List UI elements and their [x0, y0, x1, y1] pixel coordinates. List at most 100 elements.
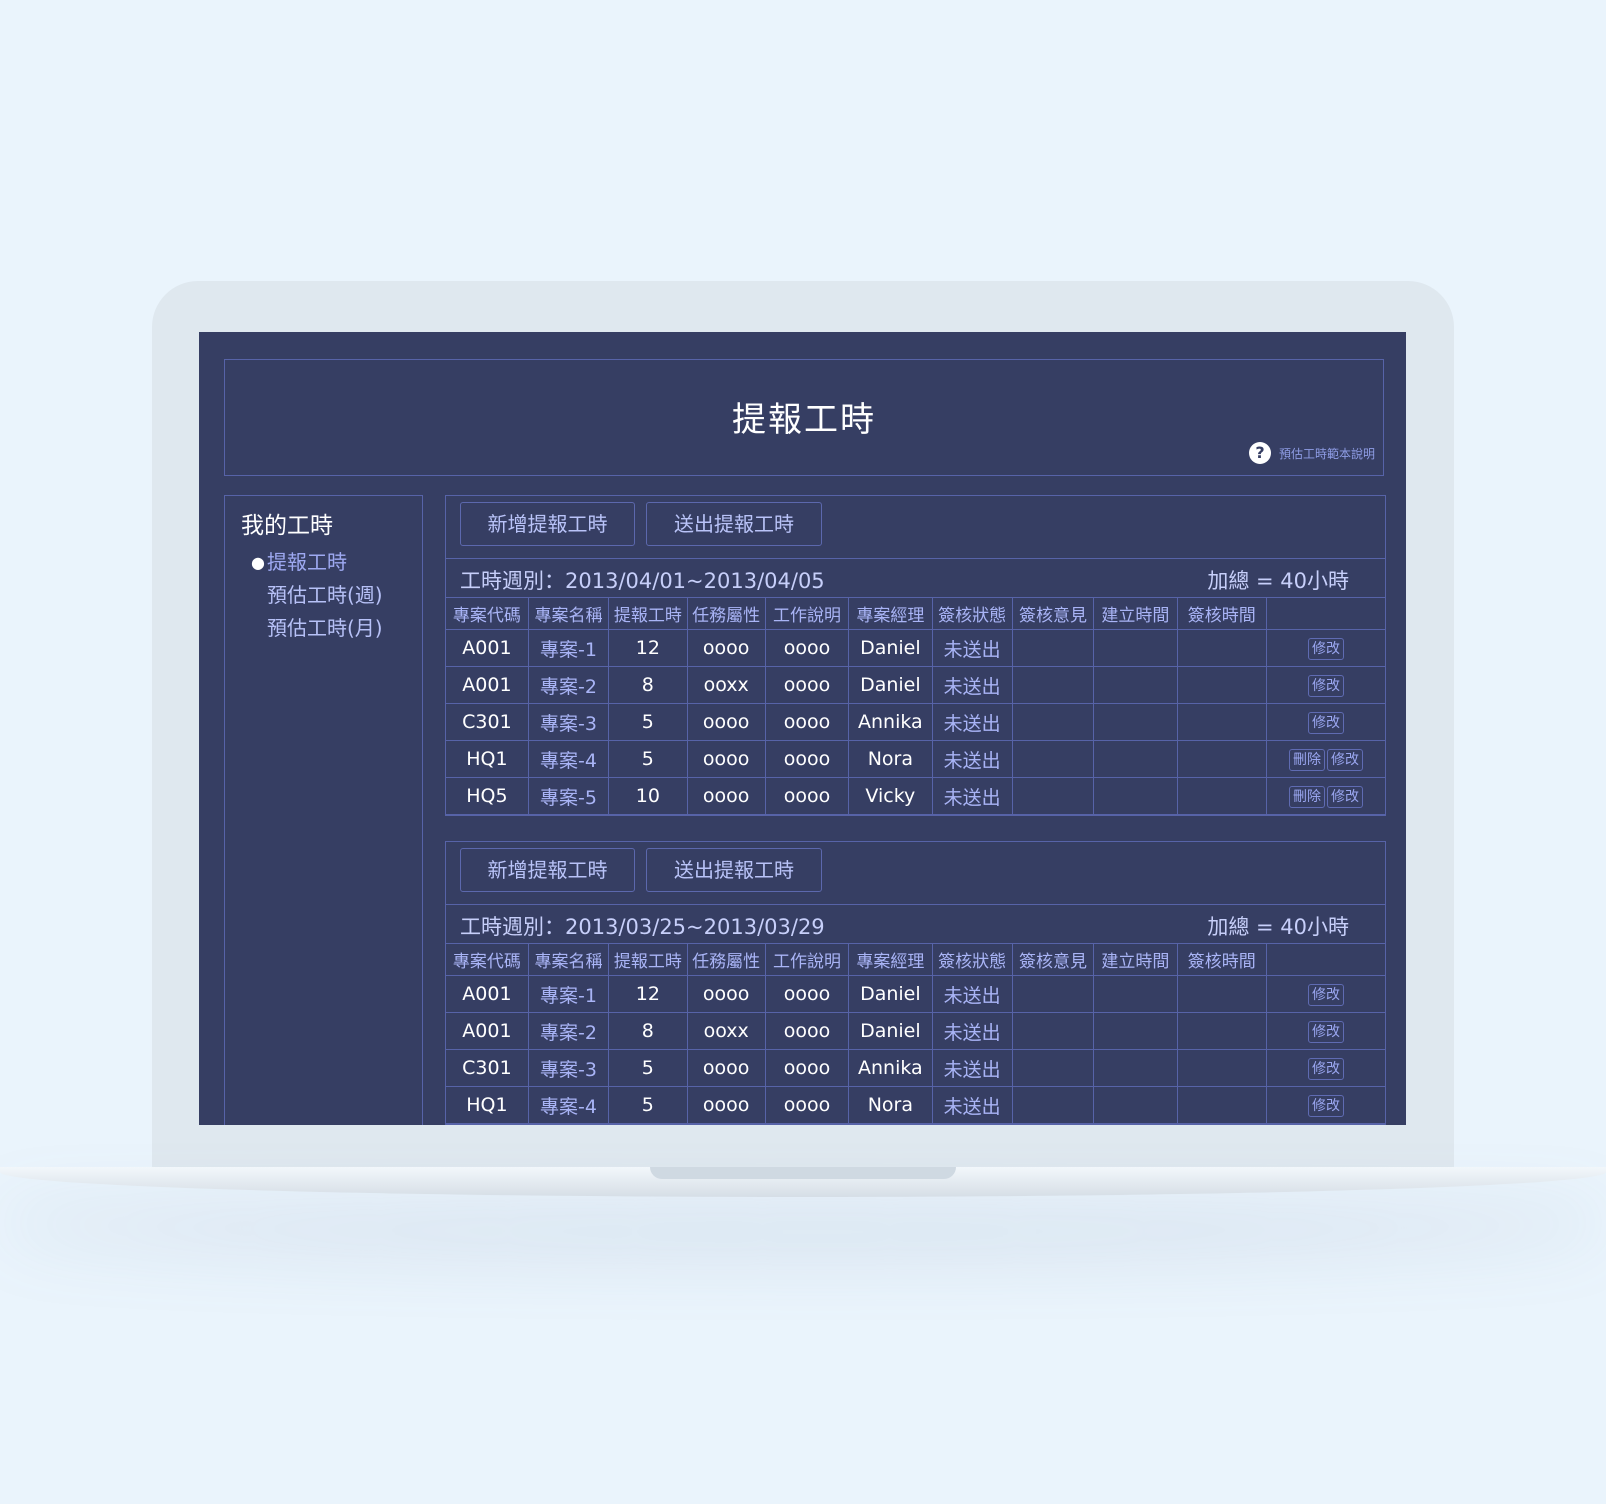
reported-hours-cell: 5 — [608, 1086, 688, 1124]
project-code-cell: A001 — [446, 975, 529, 1013]
page-title: 提報工時 — [732, 400, 876, 440]
sidebar-item-report-hours[interactable]: ● 提報工時 — [251, 546, 383, 579]
sidebar-item-estimate-monthly[interactable]: 預估工時(月) — [251, 612, 383, 645]
task-attribute-cell: oooo — [686, 777, 766, 815]
row-actions: 修改 — [1265, 703, 1385, 741]
week-summary: 工時週別：2013/03/25~2013/03/29 加總 = 40小時 — [446, 905, 1385, 944]
approval-comment-cell — [1011, 777, 1095, 815]
timesheet-panel: 新增提報工時 送出提報工時 工時週別：2013/03/25~2013/03/29 加總… — [445, 841, 1386, 1125]
column-header: 專案名稱 — [527, 598, 610, 630]
week-range: 工時週別：2013/03/25~2013/03/29 — [460, 915, 825, 939]
approval-time-cell — [1176, 1012, 1267, 1050]
created-time-cell — [1093, 740, 1178, 778]
created-time-cell — [1093, 1049, 1178, 1087]
help-link-label: 預估工時範本說明 — [1278, 446, 1375, 461]
work-description-cell: oooo — [764, 740, 850, 778]
submit-report-button[interactable]: 送出提報工時 — [646, 502, 822, 546]
reported-hours-cell: 5 — [608, 1049, 688, 1087]
table-row: A001 專案-2 8 ooxx oooo Daniel 未送出 修改 — [446, 1012, 1385, 1050]
column-header: 工作說明 — [764, 944, 850, 976]
task-attribute-cell: oooo — [686, 740, 766, 778]
table-row: HQ5 專案-5 10 oooo oooo Vicky 未送出 刪除 修改 — [446, 777, 1385, 815]
panel-toolbar: 新增提報工時 送出提報工時 — [446, 496, 1385, 559]
table-row: A001 專案-1 12 oooo oooo Daniel 未送出 修改 — [446, 629, 1385, 667]
week-range: 工時週別：2013/04/01~2013/04/05 — [460, 569, 825, 593]
column-header — [1265, 598, 1385, 630]
question-mark-icon: ? — [1248, 442, 1271, 464]
edit-button[interactable]: 修改 — [1307, 1058, 1344, 1080]
approval-comment-cell — [1011, 1012, 1095, 1050]
delete-button[interactable]: 刪除 — [1288, 786, 1325, 808]
task-attribute-cell: oooo — [686, 703, 766, 741]
project-name-cell: 專案-4 — [527, 740, 610, 778]
row-actions: 修改 — [1265, 1086, 1385, 1124]
work-description-cell: oooo — [764, 1012, 850, 1050]
reported-hours-cell: 8 — [608, 666, 688, 704]
task-attribute-cell: oooo — [686, 975, 766, 1013]
submit-report-button[interactable]: 送出提報工時 — [646, 848, 822, 892]
project-code-cell: HQ5 — [446, 777, 529, 815]
edit-button[interactable]: 修改 — [1307, 1021, 1344, 1043]
hours-total: 加總 = 40小時 — [1207, 569, 1349, 593]
column-header: 專案代碼 — [446, 944, 529, 976]
work-description-cell: oooo — [764, 1086, 850, 1124]
project-name-cell: 專案-1 — [527, 975, 610, 1013]
approval-status-cell: 未送出 — [931, 703, 1013, 741]
sidebar-item-estimate-weekly[interactable]: 預估工時(週) — [251, 579, 383, 612]
panel-toolbar: 新增提報工時 送出提報工時 — [446, 842, 1385, 905]
created-time-cell — [1093, 629, 1178, 667]
project-code-cell: A001 — [446, 629, 529, 667]
approval-status-cell: 未送出 — [931, 1012, 1013, 1050]
column-header: 提報工時 — [608, 944, 688, 976]
created-time-cell — [1093, 666, 1178, 704]
table-row: A001 專案-1 12 oooo oooo Daniel 未送出 修改 — [446, 975, 1385, 1013]
bullet-icon: ● — [251, 553, 265, 572]
project-manager-cell: Nora — [848, 1086, 933, 1124]
work-description-cell: oooo — [764, 975, 850, 1013]
approval-time-cell — [1176, 1086, 1267, 1124]
edit-button[interactable]: 修改 — [1307, 675, 1344, 697]
edit-button[interactable]: 修改 — [1307, 712, 1344, 734]
approval-comment-cell — [1011, 666, 1095, 704]
approval-time-cell — [1176, 703, 1267, 741]
column-header: 任務屬性 — [686, 598, 766, 630]
reported-hours-cell: 10 — [608, 777, 688, 815]
project-manager-cell: Vicky — [848, 777, 933, 815]
delete-button[interactable]: 刪除 — [1288, 749, 1325, 771]
approval-time-cell — [1176, 777, 1267, 815]
edit-button[interactable]: 修改 — [1307, 1095, 1344, 1117]
row-actions: 修改 — [1265, 1012, 1385, 1050]
help-link[interactable]: ? 預估工時範本說明 — [1248, 442, 1375, 464]
project-manager-cell: Annika — [848, 1049, 933, 1087]
task-attribute-cell: ooxx — [686, 666, 766, 704]
laptop-notch — [650, 1167, 956, 1179]
row-actions: 修改 — [1265, 1049, 1385, 1087]
work-description-cell: oooo — [764, 777, 850, 815]
column-header: 任務屬性 — [686, 944, 766, 976]
project-manager-cell: Daniel — [848, 1012, 933, 1050]
edit-button[interactable]: 修改 — [1307, 984, 1344, 1006]
edit-button[interactable]: 修改 — [1307, 638, 1344, 660]
edit-button[interactable]: 修改 — [1326, 786, 1363, 808]
add-report-button[interactable]: 新增提報工時 — [460, 502, 635, 546]
row-actions: 修改 — [1265, 975, 1385, 1013]
column-header: 簽核狀態 — [931, 598, 1013, 630]
approval-comment-cell — [1011, 975, 1095, 1013]
add-report-button[interactable]: 新增提報工時 — [460, 848, 635, 892]
sidebar-title: 我的工時 — [241, 513, 333, 539]
page-header: 提報工時 ? 預估工時範本說明 — [224, 359, 1384, 476]
reported-hours-cell: 5 — [608, 740, 688, 778]
column-header: 簽核意見 — [1011, 598, 1095, 630]
app-screen: 提報工時 ? 預估工時範本說明 我的工時 ● 提報工時 預估工時(週) 預估工時… — [199, 332, 1406, 1125]
approval-status-cell: 未送出 — [931, 629, 1013, 667]
column-header: 簽核時間 — [1176, 598, 1267, 630]
created-time-cell — [1093, 777, 1178, 815]
project-code-cell: C301 — [446, 703, 529, 741]
column-header — [1265, 944, 1385, 976]
edit-button[interactable]: 修改 — [1326, 749, 1363, 771]
sidebar-item-label: 提報工時 — [267, 550, 347, 574]
approval-time-cell — [1176, 740, 1267, 778]
project-name-cell: 專案-5 — [527, 777, 610, 815]
project-name-cell: 專案-4 — [527, 1086, 610, 1124]
table-row: A001 專案-2 8 ooxx oooo Daniel 未送出 修改 — [446, 666, 1385, 704]
